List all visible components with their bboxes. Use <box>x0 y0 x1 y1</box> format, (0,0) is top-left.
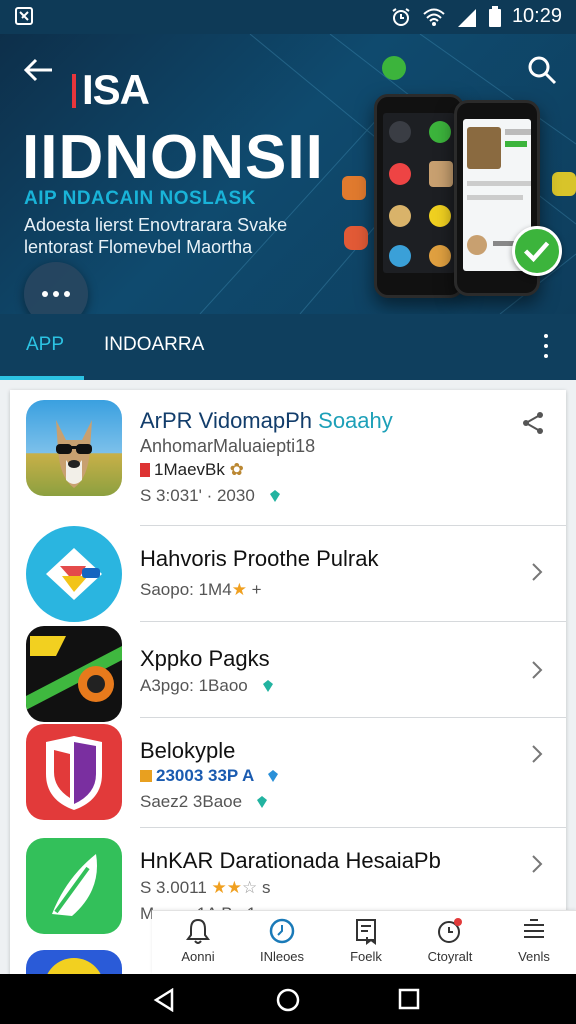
app-icon-racing <box>26 626 122 722</box>
back-icon[interactable] <box>152 988 176 1012</box>
tab-indoarra[interactable]: INDOARRA <box>104 334 204 356</box>
app-icon-float <box>344 226 368 250</box>
app-title: HnKAR Darationada HesaiaPb <box>140 848 441 873</box>
tab-bar: APP INDOARRA <box>0 314 576 380</box>
chevron-right-icon[interactable] <box>530 562 544 582</box>
back-arrow-icon[interactable] <box>22 56 56 86</box>
app-title: Hahvoris Proothe Pulrak <box>140 546 379 571</box>
tab-indicator <box>0 376 84 380</box>
book-icon <box>356 919 376 945</box>
app-title: Belokyple <box>140 738 236 763</box>
system-navigation-bar <box>0 974 576 1024</box>
nav-item-foelk[interactable]: Foelk <box>324 917 408 964</box>
badge-icon <box>268 770 279 782</box>
app-title: ArPR VidomapPh Soaahy <box>140 408 393 433</box>
app-icon-leaf <box>26 838 122 934</box>
bell-icon <box>186 918 210 944</box>
search-icon[interactable] <box>526 54 558 86</box>
battery-icon <box>488 5 501 27</box>
status-time: 10:29 <box>511 5 562 27</box>
alarm-icon <box>392 7 410 26</box>
recents-icon[interactable] <box>398 988 420 1010</box>
status-bar: 10:29 <box>0 0 576 34</box>
home-icon[interactable] <box>275 987 301 1013</box>
app-icon-float <box>552 172 576 196</box>
notification-icon <box>15 7 33 25</box>
app-icon-shield <box>26 724 122 820</box>
menu-icon <box>524 919 544 938</box>
share-icon[interactable] <box>520 410 546 436</box>
hero-title: IIDNONSII <box>22 123 324 192</box>
chevron-right-icon[interactable] <box>530 854 544 874</box>
app-meta: A3pgo: 1Baoo <box>140 676 275 696</box>
hero-description: Adoesta lierst Enovtrarara Svake lentora… <box>24 215 288 257</box>
nav-item-venls[interactable]: Venls <box>492 917 576 964</box>
app-meta: Saez2 3Baoe <box>140 792 269 812</box>
alarm-icon <box>438 918 462 943</box>
overflow-menu-icon[interactable] <box>542 334 550 358</box>
hero-banner: ISA IIDNONSII AIP NDACAIN NOSLASK Adoest… <box>0 34 576 314</box>
app-icon-float <box>382 56 406 80</box>
hero-subtitle: AIP NDACAIN NOSLASK <box>24 188 256 209</box>
badge-icon <box>262 680 273 692</box>
badge-icon <box>269 490 280 502</box>
clock-icon <box>269 918 295 944</box>
app-icon-triangle <box>26 526 122 622</box>
phone-illustration <box>374 94 464 298</box>
app-meta: Saopo: 1M4★ + <box>140 580 262 599</box>
list-item[interactable]: Hahvoris Proothe Pulrak Saopo: 1M4★ + <box>10 526 566 622</box>
app-icon-dog <box>26 400 122 496</box>
bottom-navigation: Aonni INleoes Foelk Ctoyralt Venls <box>152 910 576 974</box>
nav-item-aonni[interactable]: Aonni <box>156 917 240 964</box>
app-badge-line: 23003 33P A <box>140 766 280 786</box>
wifi-icon <box>423 8 445 26</box>
nav-item-ctoyralt[interactable]: Ctoyralt <box>408 917 492 964</box>
signal-icon <box>457 8 476 27</box>
list-item[interactable]: Xppko Pagks A3pgo: 1Baoo <box>10 622 566 722</box>
check-icon <box>512 226 562 276</box>
badge-icon <box>256 796 267 808</box>
app-subtitle: AnhomarMaluaiepti18 <box>140 436 316 456</box>
app-meta: S 3:031' · 2030 <box>140 486 282 506</box>
list-item[interactable]: ArPR VidomapPh Soaahy AnhomarMaluaiepti1… <box>10 390 566 526</box>
nav-item-inleoes[interactable]: INleoes <box>240 917 324 964</box>
app-meta: S 3.0011 ★★☆ s <box>140 878 271 897</box>
hero-kicker: ISA <box>72 66 150 114</box>
app-icon-float <box>342 176 366 200</box>
list-item[interactable]: Belokyple 23003 33P A Saez2 3Baoe <box>10 718 566 828</box>
app-list: ArPR VidomapPh Soaahy AnhomarMaluaiepti1… <box>10 390 566 980</box>
chevron-right-icon[interactable] <box>530 660 544 680</box>
chevron-right-icon[interactable] <box>530 744 544 764</box>
app-badge-line: 1MaevBk ✿ <box>140 460 244 480</box>
tab-app[interactable]: APP <box>26 334 64 356</box>
app-title: Xppko Pagks <box>140 646 270 671</box>
